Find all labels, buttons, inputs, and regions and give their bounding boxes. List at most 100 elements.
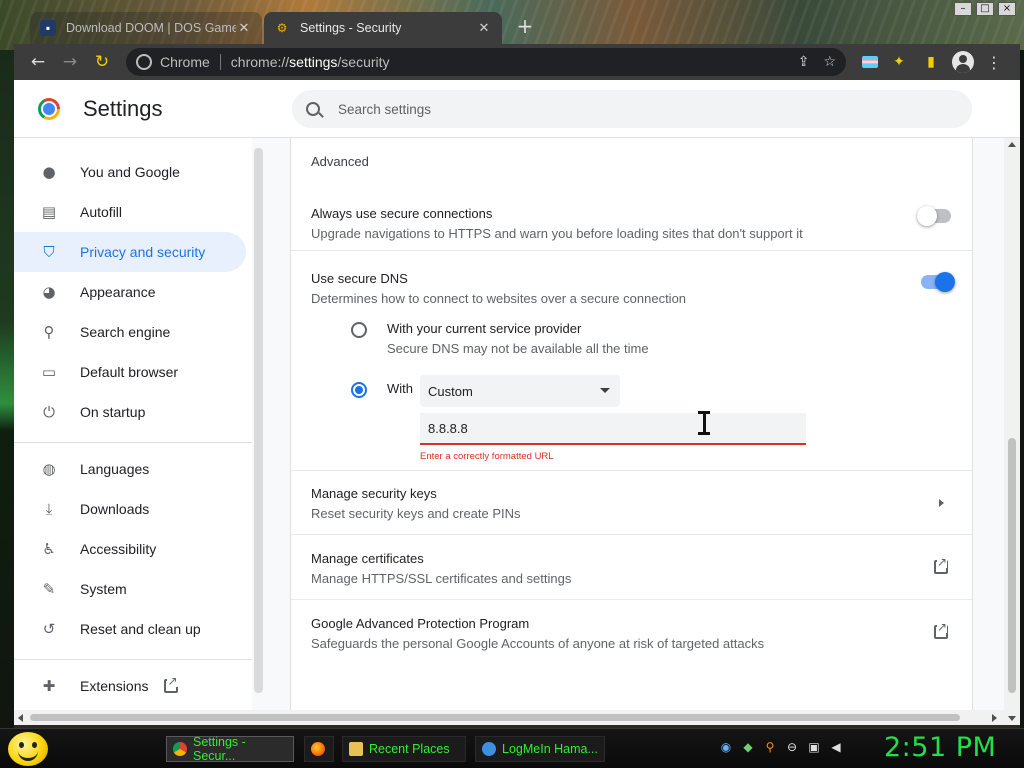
sidebar-item-accessibility[interactable]: ♿ Accessibility: [14, 529, 246, 569]
sidebar-item-languages[interactable]: ◍ Languages: [14, 449, 246, 489]
setting-subtitle: Reset security keys and create PINs: [311, 506, 521, 521]
setting-subtitle: Manage HTTPS/SSL certificates and settin…: [311, 571, 572, 586]
sidebar-item-label: Privacy and security: [80, 244, 206, 260]
app-tray-icon[interactable]: ◆: [740, 739, 756, 755]
setting-title: Manage certificates: [311, 551, 424, 566]
taskbar-item-label: Settings - Secur...: [193, 735, 246, 763]
hamachi-icon: [482, 742, 496, 756]
page-vertical-scrollbar[interactable]: [1004, 138, 1020, 725]
flag-extension-icon[interactable]: [862, 56, 878, 68]
taskbar-item-firefox[interactable]: [304, 736, 334, 762]
address-bar[interactable]: Chrome chrome://settings/security ⇪ ☆: [126, 48, 846, 76]
taskbar-item-recent-places[interactable]: Recent Places: [342, 736, 466, 762]
network-globe-icon[interactable]: ◉: [718, 739, 734, 755]
sidebar-item-privacy-and-security[interactable]: ⛉ Privacy and security: [14, 232, 246, 272]
current-provider-subtitle: Secure DNS may not be available all the …: [387, 341, 649, 356]
page-horizontal-scrollbar[interactable]: [14, 710, 1004, 725]
dns-provider-dropdown[interactable]: Custom: [420, 375, 620, 407]
reload-icon: ↻: [94, 52, 110, 72]
firefox-icon: [311, 742, 325, 756]
close-tab-icon[interactable]: ✕: [476, 21, 492, 36]
scrollbar-thumb[interactable]: [30, 714, 960, 721]
current-provider-radio[interactable]: [351, 322, 367, 338]
sidebar-item-reset-and-clean-up[interactable]: ↺ Reset and clean up: [14, 609, 246, 649]
manage-security-keys-row[interactable]: Manage security keys Reset security keys…: [291, 470, 972, 534]
sidebar-item-label: Reset and clean up: [80, 621, 201, 637]
sidebar-item-downloads[interactable]: ⤓ Downloads: [14, 489, 246, 529]
custom-provider-radio[interactable]: [351, 382, 367, 398]
tab-doom[interactable]: ▪ Download DOOM | DOS Games ✕: [30, 12, 262, 44]
browser-icon: ▭: [41, 363, 57, 381]
sidebar-item-search-engine[interactable]: ⚲ Search engine: [14, 312, 246, 352]
kebab-menu-icon[interactable]: ⋮: [984, 53, 1004, 72]
page-title: Settings: [83, 96, 163, 121]
globe-icon: ◍: [42, 460, 56, 478]
sidebar-item-autofill[interactable]: ▤ Autofill: [14, 192, 246, 232]
taskbar-item-label: Recent Places: [369, 742, 450, 756]
url-scheme: chrome://: [230, 54, 290, 70]
omnibox-separator: [219, 54, 221, 70]
security-card: Advanced Always use secure connections U…: [291, 138, 972, 725]
sidebar-item-system[interactable]: ✎ System: [14, 569, 246, 609]
open-in-new-icon: [934, 556, 948, 574]
scroll-up-arrow-icon[interactable]: [1008, 142, 1016, 147]
scrollbar-thumb[interactable]: [1008, 438, 1016, 693]
search-settings-input[interactable]: Search settings: [292, 90, 972, 128]
dos-games-favicon-icon: ▪: [40, 20, 56, 36]
always-use-secure-connections-row[interactable]: Always use secure connections Upgrade na…: [291, 186, 972, 250]
speaker-icon[interactable]: ◀: [828, 739, 844, 755]
scroll-right-arrow-icon[interactable]: [992, 714, 997, 722]
bookmark-star-icon[interactable]: ☆: [823, 54, 836, 70]
sidebar-item-extensions[interactable]: ✚ Extensions: [14, 666, 246, 706]
tab-settings[interactable]: ⚙ Settings - Security ✕: [264, 12, 502, 44]
taskbar-item-label: LogMeIn Hama...: [502, 742, 598, 756]
tab-strip: ▪ Download DOOM | DOS Games ✕ ⚙ Settings…: [14, 8, 1020, 44]
side-panel-icon[interactable]: ▮: [920, 51, 942, 73]
system-tray: ◉ ◆ ⚲ ⊖ ▣ ◀: [718, 739, 844, 755]
secure-connections-toggle[interactable]: [917, 206, 951, 226]
new-tab-button[interactable]: +: [514, 16, 536, 38]
arrow-left-icon: ←: [30, 52, 46, 72]
url-host: settings: [289, 54, 338, 70]
advanced-protection-row[interactable]: Google Advanced Protection Program Safeg…: [291, 599, 972, 664]
share-icon[interactable]: ⇪: [798, 54, 810, 70]
shield-icon: ⛉: [43, 243, 55, 261]
extensions-area: ✦ ▮ ⋮: [862, 51, 1004, 73]
manage-certificates-row[interactable]: Manage certificates Manage HTTPS/SSL cer…: [291, 534, 972, 599]
close-tab-icon[interactable]: ✕: [236, 21, 252, 36]
taskbar-item-settings[interactable]: Settings - Secur...: [166, 735, 294, 763]
custom-dns-input[interactable]: 8.8.8.8: [420, 413, 806, 445]
browser-toolbar: ← → ↻ Chrome chrome://settings/security …: [14, 44, 1020, 80]
sidebar-item-default-browser[interactable]: ▭ Default browser: [14, 352, 246, 392]
history-icon: ↺: [42, 620, 56, 638]
network-icon[interactable]: ▣: [806, 739, 822, 755]
site-chip-label: Chrome: [160, 54, 210, 70]
extensions-puzzle-icon[interactable]: ✦: [888, 51, 910, 73]
sidebar-item-on-startup[interactable]: ⏻ On startup: [14, 392, 246, 432]
tab-title: Download DOOM | DOS Games: [66, 21, 236, 35]
forward-button[interactable]: →: [54, 48, 86, 76]
toggle-knob: [935, 272, 955, 292]
power-icon: ⏻: [43, 403, 55, 421]
secure-dns-toggle[interactable]: [921, 272, 955, 292]
taskbar-item-logmein-hamachi[interactable]: LogMeIn Hama...: [475, 736, 605, 762]
sidebar-divider: [14, 442, 252, 443]
chrome-icon: [173, 742, 187, 756]
taskbar-clock[interactable]: 2:51 PM: [884, 732, 996, 763]
scroll-down-arrow-icon[interactable]: [1008, 716, 1016, 721]
sidebar-item-appearance[interactable]: ◕ Appearance: [14, 272, 246, 312]
search-tray-icon[interactable]: ⚲: [762, 739, 778, 755]
volume-mixer-icon[interactable]: ⊖: [784, 739, 800, 755]
scroll-left-arrow-icon[interactable]: [18, 714, 23, 722]
profile-avatar-icon[interactable]: [952, 51, 974, 73]
person-icon: ●: [42, 163, 56, 181]
download-icon: ⤓: [45, 500, 53, 518]
settings-sidebar: ● You and Google ▤ Autofill ⛉ Privacy an…: [14, 138, 263, 725]
sidebar-scrollbar[interactable]: [254, 148, 263, 693]
custom-dns-value: 8.8.8.8: [428, 420, 468, 436]
reload-button[interactable]: ↻: [86, 48, 118, 76]
sidebar-item-label: Accessibility: [80, 541, 157, 557]
start-button-smiley-icon[interactable]: [8, 732, 48, 766]
sidebar-item-you-and-google[interactable]: ● You and Google: [14, 152, 246, 192]
back-button[interactable]: ←: [22, 48, 54, 76]
